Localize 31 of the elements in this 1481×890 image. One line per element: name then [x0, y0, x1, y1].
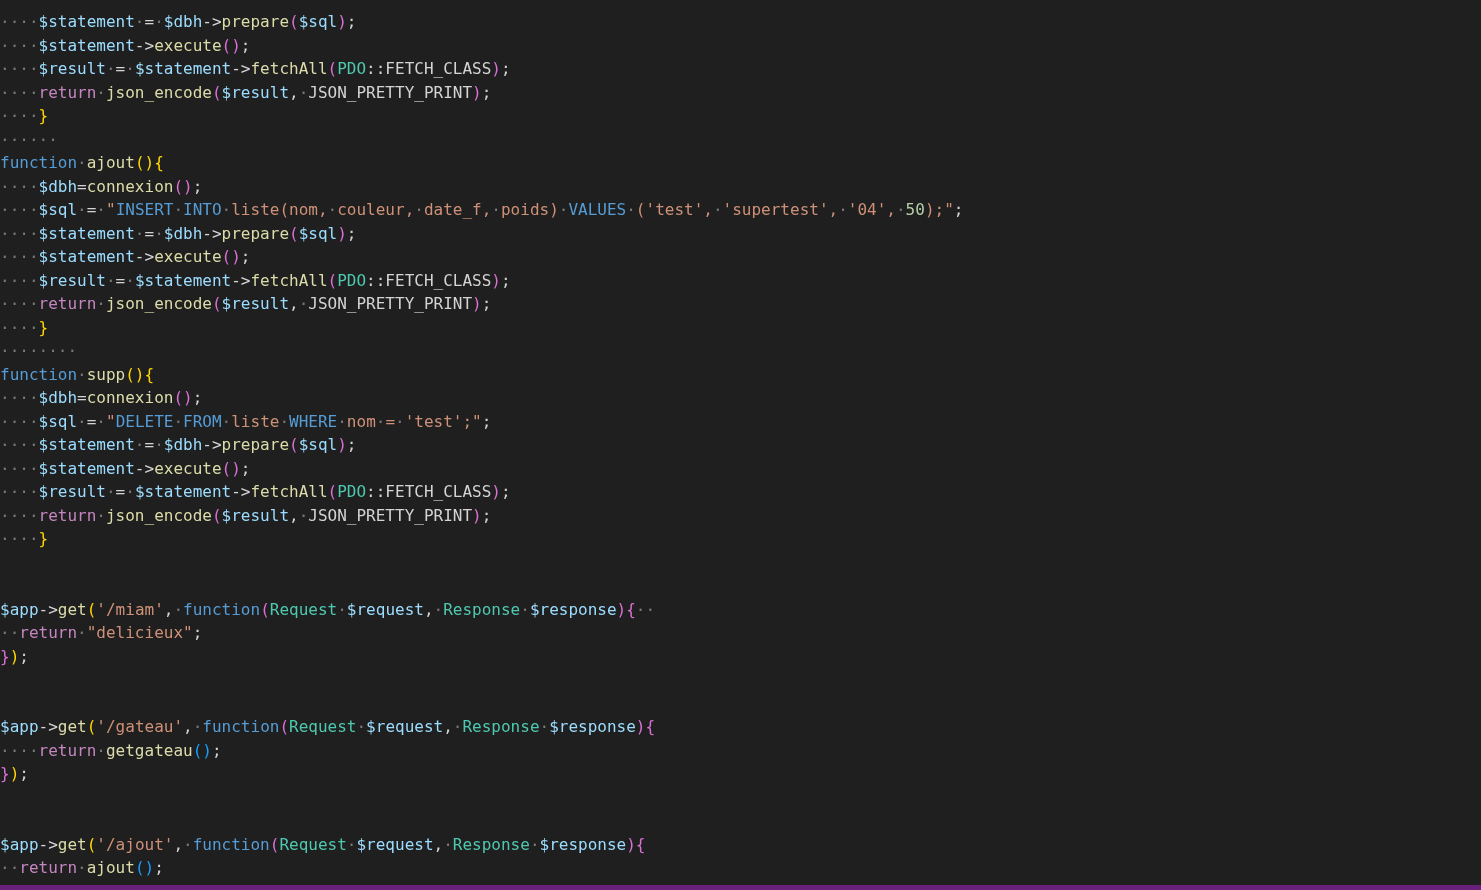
code-line: ····$statement·=·$dbh->prepare($sql);: [0, 11, 358, 33]
code-line: $app->get('/gateau',·function(Request·$request,·Response·$response){: [0, 716, 657, 738]
code-line: ····$statement·=·$dbh->prepare($sql);: [0, 434, 358, 456]
code-line: ····return·json_encode($result,·JSON_PRETTY_PRINT);: [0, 293, 493, 315]
code-line: ········: [0, 340, 79, 362]
code-line: ····$sql·=·"INSERT·INTO·liste(nom,·couleur,·date_f,·poids)·VALUES·('test',·'supertest',·'04',·50);";: [0, 199, 965, 221]
code-line: ····$statement->execute();: [0, 34, 252, 57]
code-line: });: [0, 763, 30, 785]
code-line: $app->get('/ajout',·function(Request·$request,·Response·$response){: [0, 833, 647, 856]
code-line: ····$statement->execute();: [0, 246, 252, 268]
code-line: ··return·ajout();: [0, 857, 165, 879]
code-line: ····return·json_encode($result,·JSON_PRETTY_PRINT);: [0, 504, 493, 527]
code-line: ····}: [0, 105, 50, 127]
code-line: ····$dbh=connexion();: [0, 175, 204, 198]
code-line: ····$statement->execute();: [0, 457, 252, 480]
code-line: ····$sql·=·"DELETE·FROM·liste·WHERE·nom·=·'test';";: [0, 410, 493, 433]
code-line: ····return·getgateau();: [0, 739, 223, 762]
code-line: ····$dbh=connexion();: [0, 387, 204, 409]
code-line: ······: [0, 128, 59, 151]
code-line: ····}: [0, 316, 50, 339]
code-line: $app->get('/miam',·function(Request·$request,·Response·$response){··: [0, 598, 657, 621]
code-line: ····$statement·=·$dbh->prepare($sql);: [0, 222, 358, 245]
code-line: ····}: [0, 528, 50, 550]
code-line: ····$result·=·$statement->fetchAll(PDO::FETCH_CLASS);: [0, 481, 512, 503]
code-line: ····$result·=·$statement->fetchAll(PDO::FETCH_CLASS);: [0, 269, 512, 292]
code-line: });: [0, 645, 30, 668]
code-line: ··return·"delicieux";: [0, 622, 204, 644]
code-line: function·ajout(){: [0, 152, 165, 174]
code-line: function·supp(){: [0, 363, 156, 386]
code-line: ····$result·=·$statement->fetchAll(PDO::FETCH_CLASS);: [0, 58, 512, 80]
code-line: ····return·json_encode($result,·JSON_PRETTY_PRINT);: [0, 81, 493, 104]
